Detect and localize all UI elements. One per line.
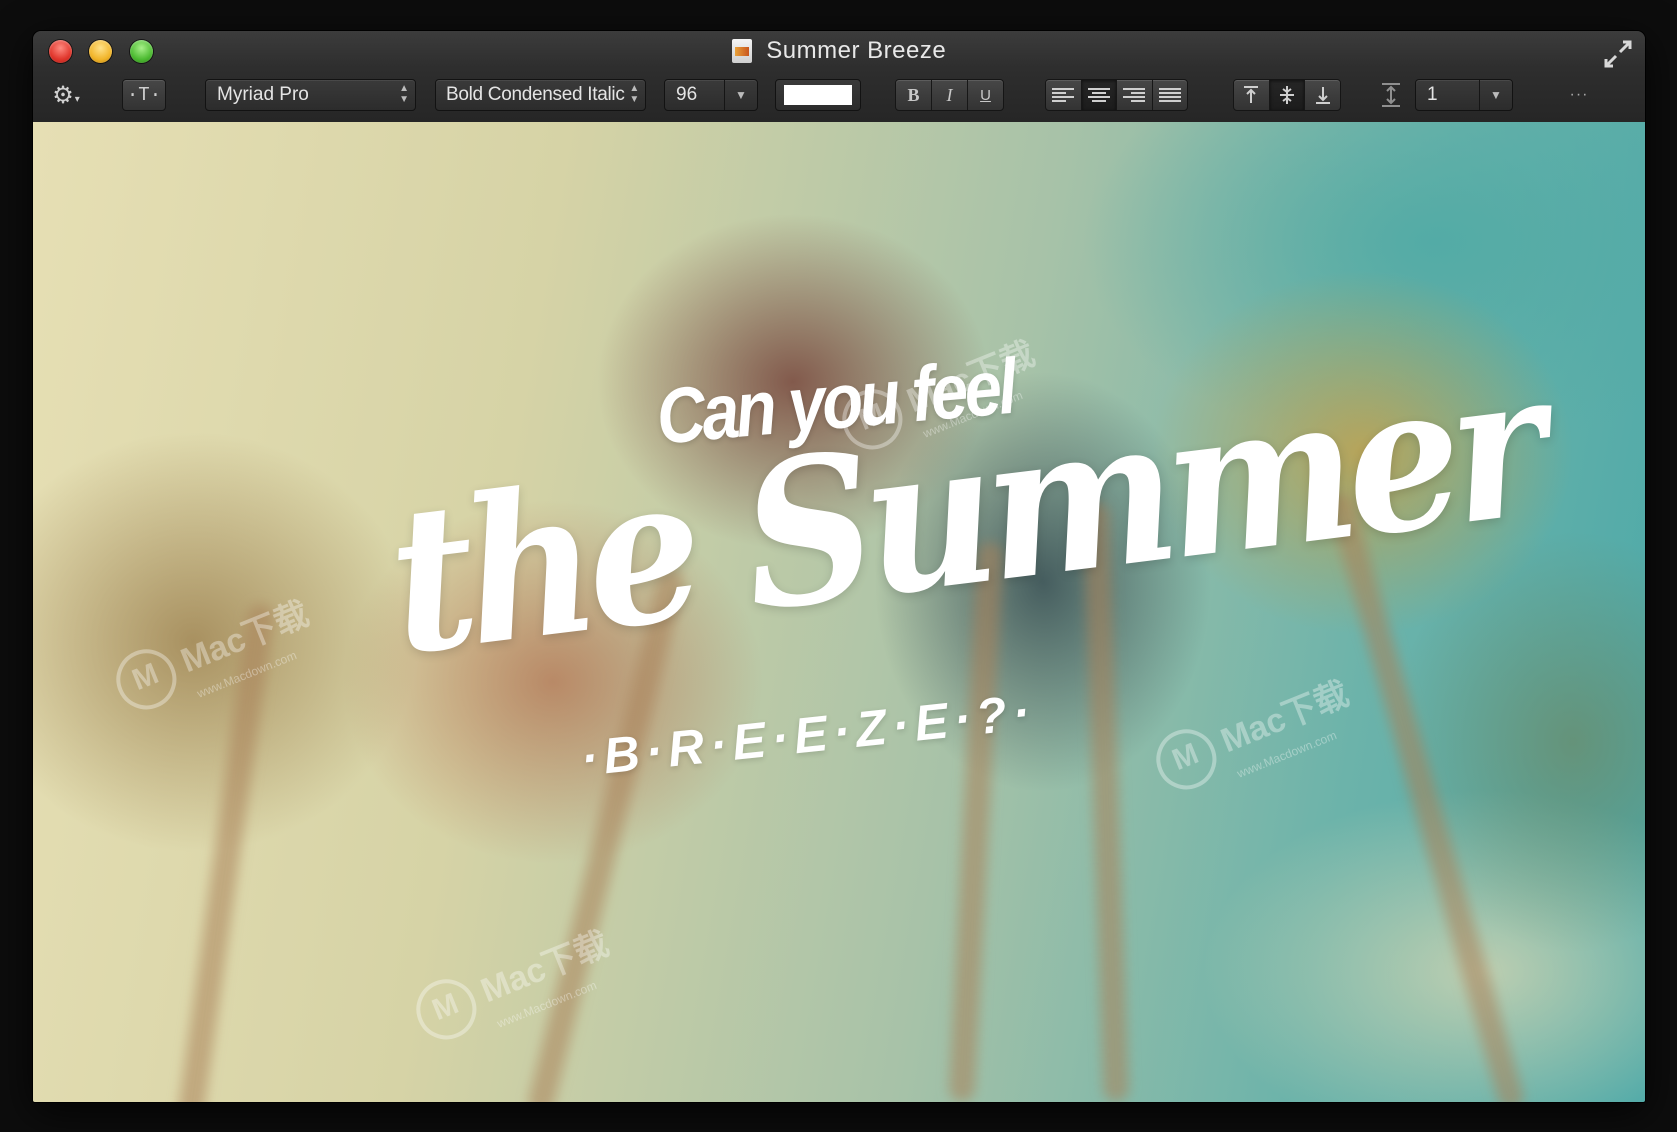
bold-label: B [907, 84, 920, 105]
align-justify-button[interactable] [1153, 80, 1188, 110]
line-spacing-value: 1 [1427, 84, 1438, 105]
align-center-button[interactable] [1081, 80, 1117, 110]
align-right-icon [1123, 87, 1146, 103]
font-family-value: Myriad Pro [217, 84, 309, 105]
align-top-button[interactable] [1234, 80, 1270, 110]
document-icon [731, 39, 752, 63]
font-size-value: 96 [676, 84, 698, 105]
font-size-combo[interactable]: 96 ▼ [664, 79, 758, 111]
align-top-icon [1244, 86, 1259, 103]
align-left-button[interactable] [1046, 80, 1082, 110]
app-window: Summer Breeze ⚙ ▾ ·T· Myriad Pro ▲ ▼ Bold … [33, 31, 1645, 1102]
headline-line-3[interactable]: ·B·R·E·E·Z·E·?· [578, 682, 1038, 787]
text-color-well[interactable] [775, 79, 861, 111]
chevron-down-icon[interactable]: ▼ [724, 80, 757, 110]
underline-label: U [980, 86, 991, 104]
text-layer[interactable]: Can you feel the Summer ·B·R·E·E·Z·E·?· [33, 122, 1645, 1102]
text-box-button[interactable]: ·T· [122, 79, 166, 111]
font-style-select[interactable]: Bold Condensed Italic ▲ ▼ [435, 79, 646, 111]
font-style-value: Bold Condensed Italic [446, 84, 625, 105]
italic-label: I [946, 84, 953, 105]
toolbar: ⚙ ▾ ·T· Myriad Pro ▲ ▼ Bold Condensed Ital… [33, 71, 1645, 121]
line-spacing-icon [1378, 79, 1404, 111]
chevron-down-icon: ▾ [74, 93, 80, 105]
text-align-segmented [1045, 79, 1188, 111]
align-left-icon [1052, 87, 1075, 103]
align-center-icon [1087, 87, 1110, 103]
align-justify-icon [1158, 87, 1181, 103]
align-middle-button[interactable] [1269, 80, 1306, 110]
gear-icon: ⚙ [52, 81, 74, 109]
color-swatch [784, 85, 852, 105]
vertical-align-segmented [1233, 79, 1341, 111]
underline-button[interactable]: U [968, 80, 1003, 110]
more-icon: ··· [1569, 86, 1589, 103]
title-bar: Summer Breeze ⚙ ▾ ·T· Myriad Pro ▲ ▼ Bold … [33, 31, 1645, 123]
text-style-segmented: B I U [895, 79, 1004, 111]
align-bottom-icon [1315, 87, 1330, 104]
font-family-select[interactable]: Myriad Pro ▲ ▼ [205, 79, 416, 111]
document-canvas[interactable]: Can you feel the Summer ·B·R·E·E·Z·E·?· … [33, 122, 1645, 1102]
window-title: Summer Breeze [766, 37, 947, 64]
stepper-arrows-icon: ▲ ▼ [629, 83, 639, 105]
more-options-button[interactable]: ··· [1561, 79, 1597, 111]
align-right-button[interactable] [1117, 80, 1153, 110]
align-bottom-button[interactable] [1305, 80, 1340, 110]
gear-menu-button[interactable]: ⚙ ▾ [47, 79, 85, 111]
chevron-down-icon[interactable]: ▼ [1479, 80, 1512, 110]
italic-button[interactable]: I [932, 80, 968, 110]
align-middle-icon [1280, 86, 1294, 104]
bold-button[interactable]: B [896, 80, 932, 110]
fullscreen-icon[interactable] [1603, 39, 1633, 69]
stepper-arrows-icon: ▲ ▼ [399, 83, 409, 105]
text-tool-icon: ·T· [126, 84, 162, 106]
window-title-area: Summer Breeze [33, 37, 1645, 67]
line-spacing-combo[interactable]: 1 ▼ [1415, 79, 1513, 111]
